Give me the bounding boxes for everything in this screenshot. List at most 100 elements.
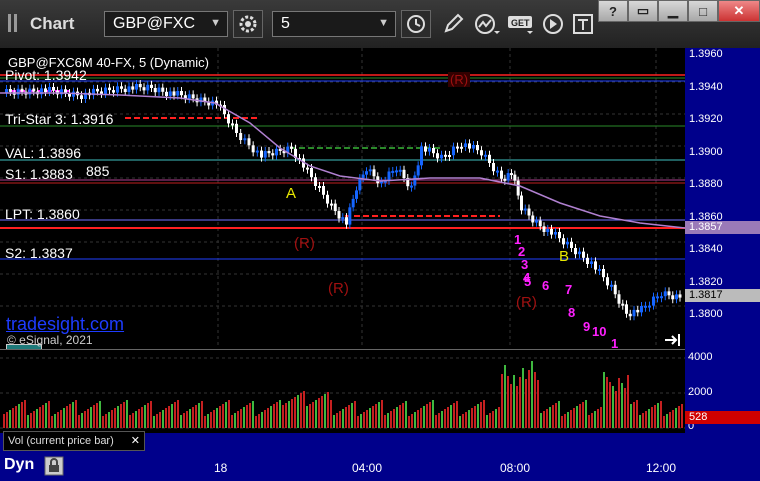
volume-bar	[102, 416, 104, 428]
volume-bar	[462, 414, 464, 428]
volume-bar	[42, 405, 44, 428]
volume-bar	[357, 416, 359, 428]
s1-right-label: 885	[86, 163, 110, 179]
count-label: 8	[568, 305, 576, 320]
volume-bar	[282, 405, 284, 428]
candle-body	[428, 148, 431, 152]
candle-body	[613, 284, 617, 295]
volume-bar	[249, 403, 251, 428]
maximize-button[interactable]: □	[688, 0, 718, 22]
grip-icon[interactable]	[6, 14, 20, 32]
volume-bar	[363, 412, 365, 428]
volume-bar	[279, 400, 281, 428]
volume-bar	[6, 412, 8, 428]
volume-bar	[192, 407, 194, 428]
close-icon[interactable]: ✕	[131, 434, 140, 447]
dynamic-mode[interactable]: Dyn	[4, 456, 34, 474]
mark-r3: (R)	[516, 294, 537, 311]
volume-bar	[117, 406, 119, 428]
volume-bar	[603, 372, 605, 428]
volume-bar	[669, 412, 671, 428]
time-label-0800: 08:00	[500, 461, 531, 475]
volume-bar	[633, 402, 635, 428]
help-button[interactable]: ?	[598, 0, 628, 22]
candle-body	[391, 170, 395, 173]
volume-bar	[558, 401, 560, 428]
candle-body	[554, 232, 557, 235]
candle-body	[667, 291, 671, 296]
restore-button[interactable]: ▭	[628, 0, 658, 22]
candle-body	[546, 228, 550, 232]
mark-b: B	[559, 248, 570, 265]
volume-bar	[162, 410, 164, 428]
count-label: 7	[565, 282, 573, 297]
candle-body	[416, 165, 420, 176]
volume-bar	[636, 400, 638, 428]
volume-bar	[3, 414, 5, 428]
volume-bar	[360, 414, 362, 428]
price-axis[interactable]: 1.3960 1.3940 1.3920 1.3900 1.3880 1.3860 1.38…	[685, 48, 760, 433]
volume-bar	[12, 408, 14, 428]
scroll-to-end-icon[interactable]	[664, 333, 682, 347]
close-button[interactable]: ✕	[718, 0, 760, 22]
price-pane[interactable]: GBP@FXC6M 40-FX, 5 (Dynamic) Pivot: 1.39…	[0, 48, 685, 364]
symbol-dropdown[interactable]: GBP@FXC ▼	[104, 11, 228, 37]
chart-window: Chart GBP@FXC ▼ 5 ▼ GET ? ▭ ▁ □ ✕ GBP@FX…	[0, 0, 760, 481]
volume-bar	[678, 406, 680, 428]
settings-button[interactable]	[233, 10, 263, 38]
volume-pane[interactable]	[0, 349, 685, 434]
volume-bar	[15, 406, 17, 428]
volume-bar	[549, 407, 551, 428]
volume-bar	[330, 400, 332, 428]
volume-bar	[150, 401, 152, 428]
candle-body	[476, 145, 479, 151]
volume-bar	[207, 414, 209, 428]
volume-bar	[486, 415, 488, 428]
minimize-button[interactable]: ▁	[658, 0, 688, 22]
candle-body	[675, 294, 678, 300]
gear-icon	[239, 15, 257, 33]
volume-bar	[474, 406, 476, 428]
volume-bar	[354, 401, 356, 428]
volume-bar	[60, 410, 62, 428]
volume-bar	[135, 411, 137, 428]
text-button[interactable]	[568, 10, 598, 38]
candle-body	[527, 208, 531, 216]
volume-bar	[189, 409, 191, 428]
candle-body	[341, 217, 345, 220]
volume-bar	[621, 383, 623, 428]
interval-dropdown[interactable]: 5 ▼	[272, 11, 396, 37]
volume-bar	[258, 414, 260, 428]
draw-button[interactable]	[438, 10, 468, 38]
candle-body	[322, 186, 325, 195]
volume-bar	[627, 375, 629, 428]
candle-body	[251, 145, 255, 153]
price-tick: 1.3960	[689, 48, 723, 60]
time-button[interactable]	[401, 10, 431, 38]
volume-bar	[288, 401, 290, 428]
s2-label: S2: 1.3837	[5, 245, 73, 261]
get-button[interactable]: GET	[506, 10, 536, 38]
candle-body	[333, 203, 337, 212]
volume-bar	[87, 409, 89, 428]
studies-button[interactable]	[472, 10, 502, 38]
price-tick: 1.3800	[689, 308, 723, 320]
volume-bar	[108, 412, 110, 428]
candle-body	[168, 91, 172, 96]
candle-body	[586, 257, 589, 264]
price-chart	[0, 48, 685, 348]
lock-icon[interactable]	[44, 456, 64, 476]
mark-a: A	[286, 185, 297, 202]
mark-r2: (R)	[328, 280, 349, 297]
candle-body	[506, 173, 510, 181]
price-tick: 1.3900	[689, 145, 723, 158]
candle-body	[628, 313, 632, 317]
volume-bar	[408, 416, 410, 428]
candle-body	[44, 88, 47, 93]
volume-chart	[0, 357, 685, 429]
volume-bar	[51, 416, 53, 428]
play-button[interactable]	[538, 10, 568, 38]
candle-body	[531, 215, 535, 223]
pencil-icon	[444, 13, 464, 33]
volume-bar	[138, 409, 140, 428]
